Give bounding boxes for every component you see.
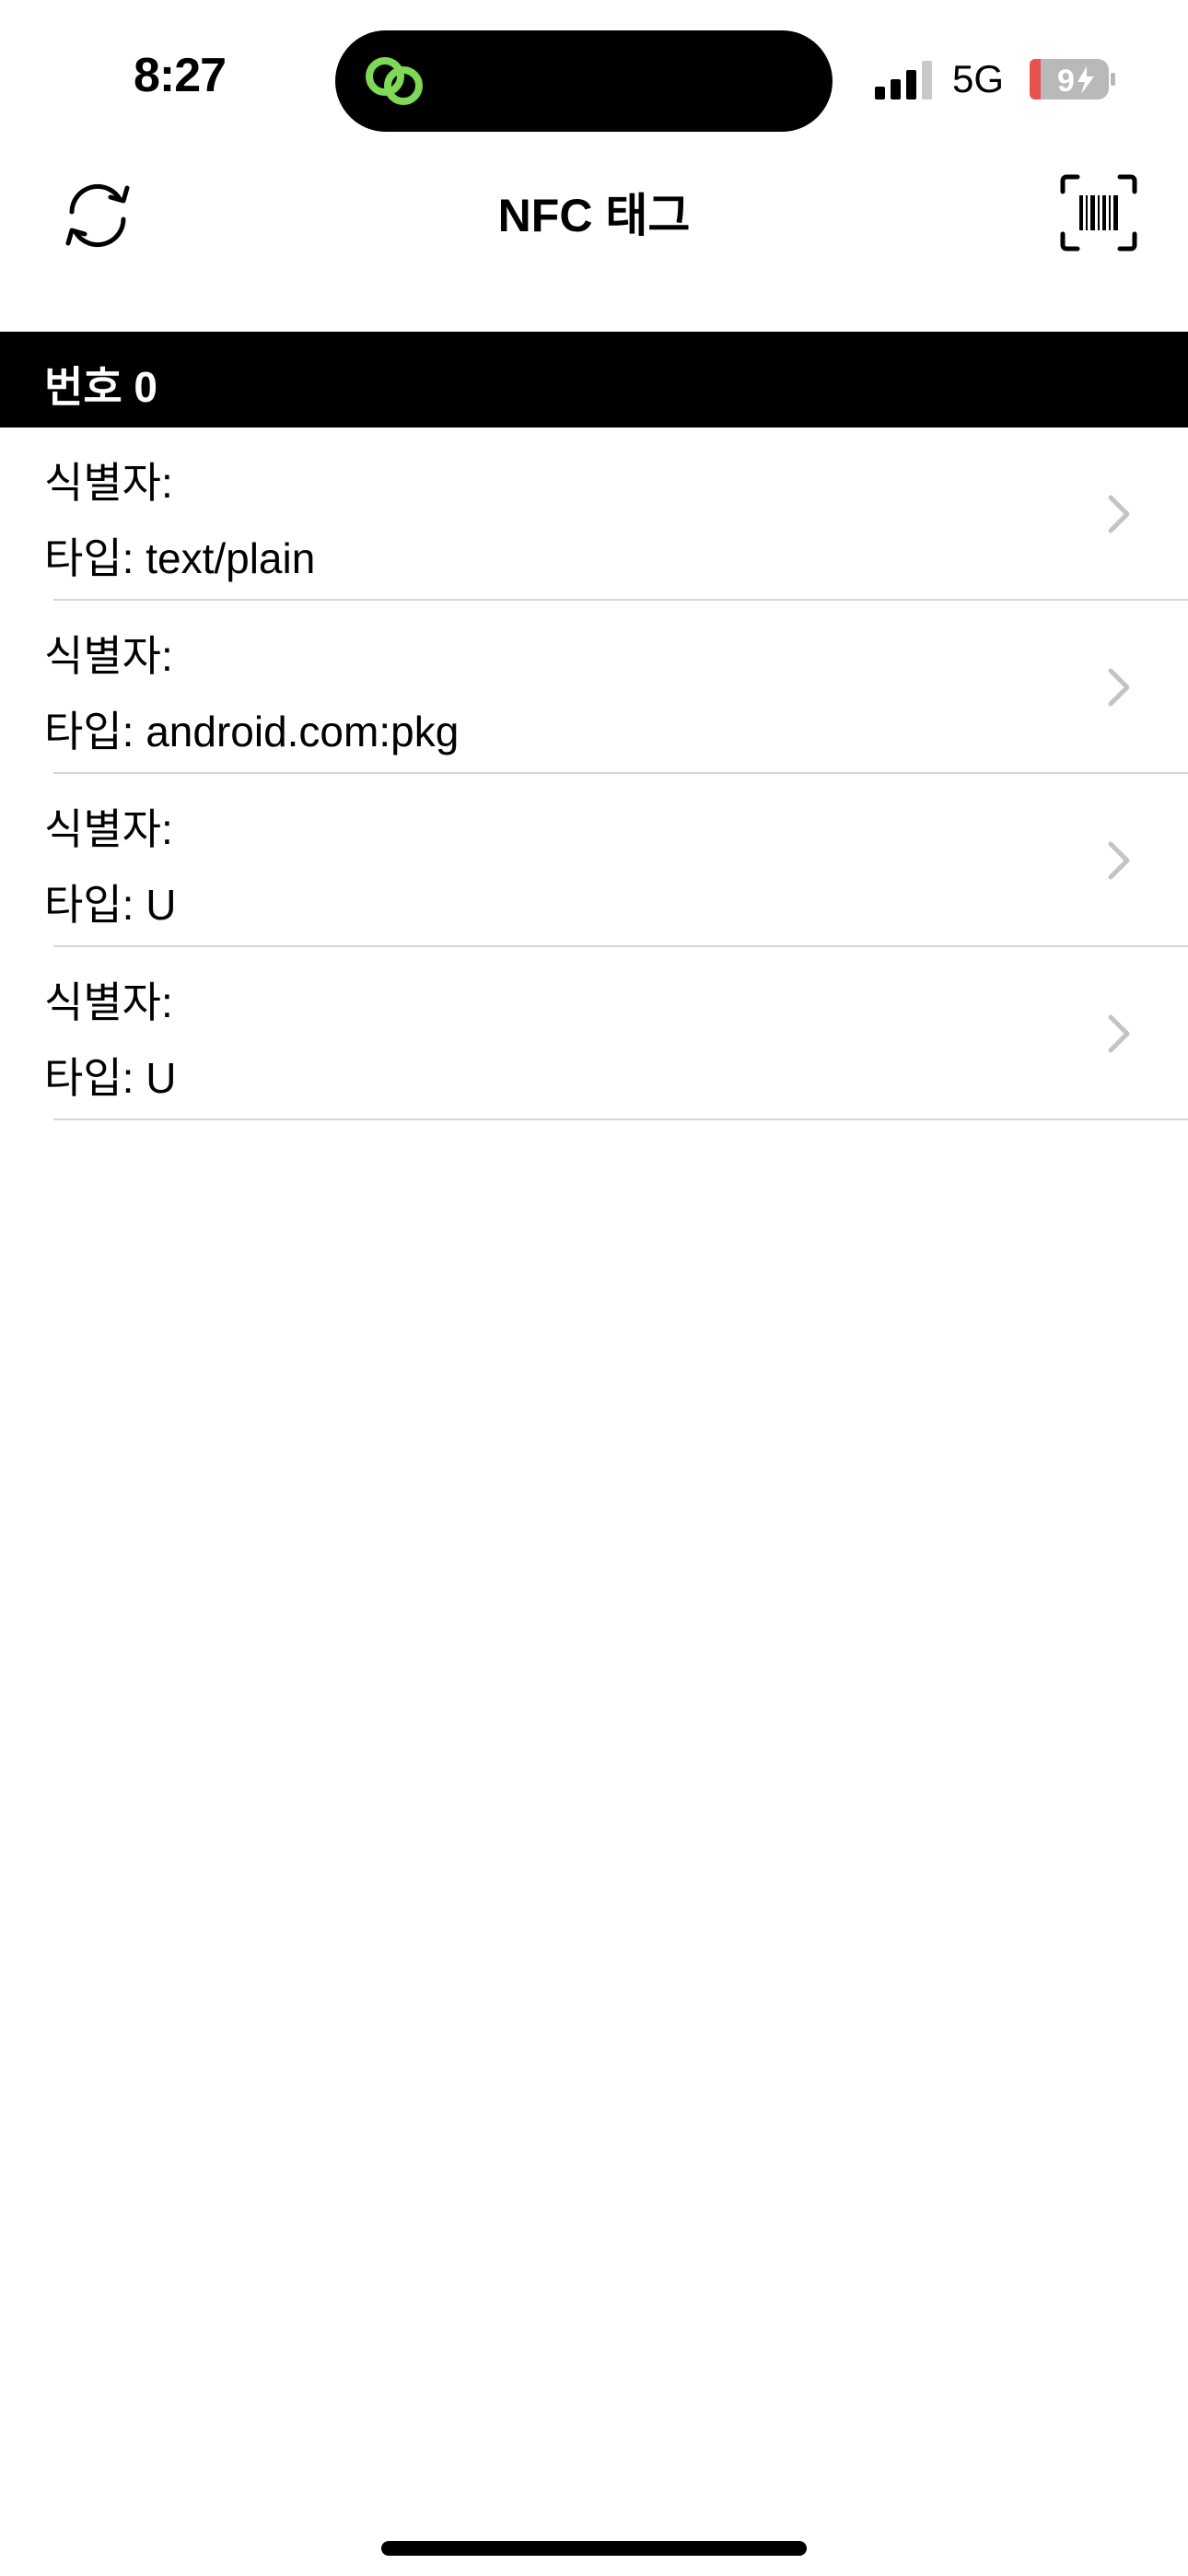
battery-charging-icon: 9 [1030, 59, 1115, 100]
chevron-right-icon [1108, 495, 1130, 533]
nav-bar: NFC 태그 [0, 157, 1188, 332]
list-item[interactable]: 식별자: 타입: text/plain [0, 427, 1188, 601]
chevron-right-icon [1108, 1014, 1130, 1053]
record-type: 타입: U [44, 881, 177, 929]
record-type: 타입: android.com:pkg [44, 708, 460, 755]
record-type: 타입: text/plain [44, 534, 316, 582]
list-item[interactable]: 식별자: 타입: U [0, 947, 1188, 1120]
section-header: 번호 0 [0, 332, 1188, 427]
record-identifier: 식별자: [44, 632, 173, 680]
status-time: 8:27 [133, 49, 227, 102]
status-bar: 8:27 5G 9 [0, 0, 1188, 157]
chevron-right-icon [1108, 841, 1130, 880]
signal-icon [875, 61, 932, 100]
page-title: NFC 태그 [497, 190, 691, 241]
list-item[interactable]: 식별자: 타입: U [0, 774, 1188, 947]
record-identifier: 식별자: [44, 978, 173, 1026]
record-type: 타입: U [44, 1054, 177, 1102]
barcode-scan-button[interactable] [1057, 171, 1140, 254]
section-title: 번호 0 [44, 363, 158, 411]
list-item[interactable]: 식별자: 타입: android.com:pkg [0, 601, 1188, 774]
record-list: 식별자: 타입: text/plain 식별자: 타입: android.com… [0, 427, 1188, 1120]
link-icon [366, 57, 423, 105]
row-divider [53, 1118, 1188, 1120]
home-indicator[interactable] [381, 2541, 807, 2556]
record-identifier: 식별자: [44, 459, 173, 507]
refresh-button[interactable] [53, 171, 142, 260]
barcode-scan-icon [1060, 174, 1137, 252]
battery-level: 9 [1057, 64, 1075, 99]
dynamic-island [335, 30, 833, 132]
record-identifier: 식별자: [44, 805, 173, 853]
network-type: 5G [952, 57, 1005, 100]
chevron-right-icon [1108, 668, 1130, 707]
refresh-icon [65, 183, 130, 248]
